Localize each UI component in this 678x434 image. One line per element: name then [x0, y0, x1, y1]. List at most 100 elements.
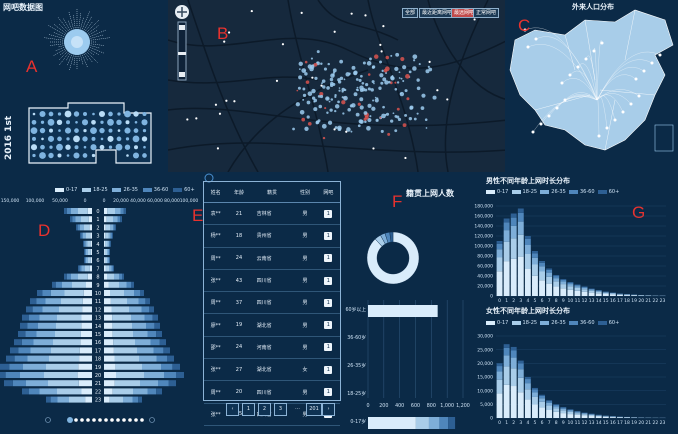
page-button[interactable]: 2 — [258, 403, 271, 416]
pyramid-hour-label: 3 — [96, 234, 99, 240]
city-dot — [320, 84, 323, 87]
cafe-button[interactable]: 1 — [324, 254, 333, 263]
pyramid-left-bar — [44, 372, 78, 378]
page-button[interactable]: ‹ — [226, 403, 239, 416]
map-point — [348, 72, 351, 75]
city-dot — [364, 14, 367, 17]
cell-age: 43 — [227, 269, 251, 293]
map-point — [325, 96, 330, 101]
g-hour-label: 16 — [610, 298, 616, 304]
cafe-button[interactable]: 1 — [324, 276, 333, 285]
radial-spoke — [57, 44, 66, 48]
cell-cafe: 1 — [316, 336, 340, 360]
legend-nearest-button[interactable]: 最近距离网吧 — [419, 8, 456, 18]
map-point — [316, 61, 319, 64]
bubble — [73, 152, 80, 159]
pyramid-hour-label: 7 — [96, 266, 99, 272]
g-bar — [517, 369, 524, 378]
page-button[interactable]: › — [322, 403, 335, 416]
cell-cafe: 1 — [316, 380, 340, 404]
g-bar — [532, 396, 538, 405]
pyramid-left-bar — [14, 355, 28, 362]
bubble — [32, 136, 36, 141]
panel-label-a: A — [26, 57, 38, 76]
map-point — [364, 120, 367, 124]
page-button[interactable]: 3 — [274, 403, 287, 416]
pyramid-right-bar — [104, 306, 112, 313]
col-origin: 籍贯 — [250, 182, 294, 203]
cafe-button[interactable]: 1 — [324, 388, 333, 397]
g-bar — [539, 407, 545, 418]
g-bar — [602, 293, 609, 296]
g1-legend-0-17: 0-17 — [497, 189, 509, 195]
bubble — [92, 112, 95, 116]
slider-dot — [67, 417, 73, 423]
map-point — [327, 120, 333, 125]
pyramid-right-bar — [147, 388, 157, 395]
pyramid-right-bar — [104, 298, 111, 305]
zoom-control[interactable] — [173, 4, 193, 84]
cafe-button[interactable]: 1 — [324, 209, 333, 218]
legend-all-button[interactable]: 全部 — [402, 8, 419, 18]
g-hour-label: 8 — [555, 298, 558, 304]
map-point — [416, 78, 420, 82]
g-hour-label: 21 — [645, 420, 651, 426]
pyramid-right-bar — [104, 290, 110, 296]
pyramid-hour-label: 6 — [96, 258, 99, 264]
f-bar — [448, 417, 456, 429]
cafe-button[interactable]: 1 — [324, 343, 333, 352]
g-bar — [496, 393, 503, 418]
pyramid-right-bar — [104, 273, 107, 280]
map-point — [390, 119, 394, 123]
pyramid-left-bar — [66, 273, 71, 280]
map-point — [298, 75, 303, 80]
map-point — [432, 95, 437, 100]
pyramid-left-bar — [14, 339, 22, 346]
bubble — [125, 137, 130, 141]
map-point — [326, 86, 330, 90]
g-axis-tick: 0 — [490, 416, 493, 422]
page-button[interactable]: 201 — [306, 403, 322, 416]
pyramid-right-bar — [104, 281, 109, 288]
g-bar — [503, 344, 510, 348]
g-bar — [503, 218, 510, 223]
pyramid-left-bar — [46, 396, 51, 403]
g-hour-label: 12 — [582, 298, 588, 304]
g-bar — [588, 290, 595, 293]
g2-legend: 0-17 18-25 26-35 36-60 60+ — [486, 320, 619, 326]
pyramid-right-bar — [119, 273, 122, 280]
g-bar — [581, 287, 588, 290]
cafe-button[interactable]: 1 — [324, 231, 333, 240]
map-point — [380, 129, 384, 133]
legend-normal-button[interactable]: 正常网吧 — [473, 8, 500, 18]
g-bar — [503, 230, 510, 242]
bubble — [66, 154, 70, 157]
g1-legend-18-25: 18-25 — [522, 189, 538, 195]
map-point — [329, 83, 334, 88]
cafe-button[interactable]: 1 — [324, 298, 333, 307]
cafe-button[interactable]: 1 — [324, 321, 333, 330]
pyramid-right-bar — [104, 347, 114, 354]
g-bar — [532, 253, 538, 258]
pyramid-right-bar — [105, 232, 109, 239]
pyramid-hour-label: 15 — [95, 332, 101, 338]
pyramid-hour-label: 13 — [95, 316, 101, 322]
city-marker — [629, 102, 633, 106]
g-bar — [574, 287, 581, 291]
map-point — [341, 100, 346, 105]
pyramid-left-bar — [71, 208, 78, 214]
page-button[interactable]: 1 — [242, 403, 255, 416]
pyramid-right-tick: 0 — [103, 198, 106, 204]
g-bar — [524, 377, 531, 380]
g-bar — [602, 292, 609, 293]
china-map[interactable] — [505, 0, 678, 172]
g-bar — [560, 288, 567, 296]
city-marker — [634, 77, 638, 81]
bubble — [125, 120, 130, 125]
pyramid-right-bar — [113, 347, 137, 354]
bubble — [107, 135, 114, 142]
map-point — [374, 98, 379, 103]
bubble — [47, 118, 55, 126]
g-hour-label: 12 — [582, 420, 588, 426]
cafe-button[interactable]: 1 — [324, 365, 333, 374]
